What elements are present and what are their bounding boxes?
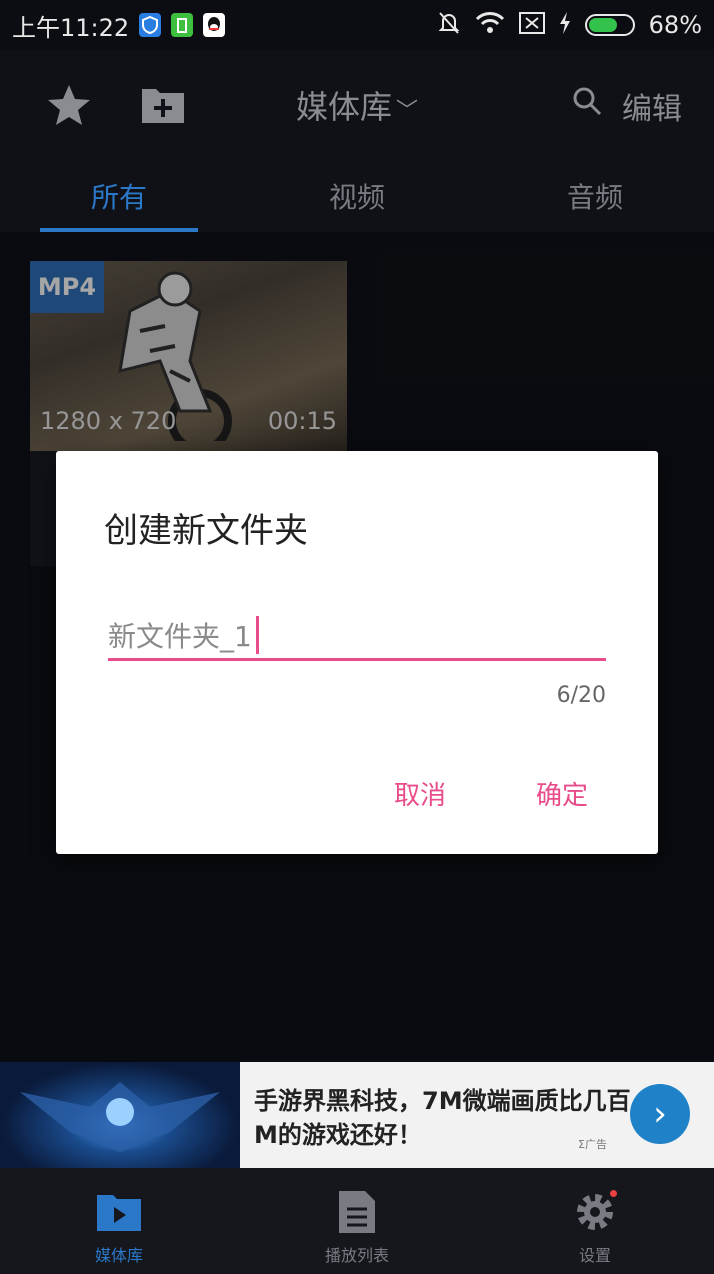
ad-banner[interactable]: 手游界黑科技，7M微端画质比几百M的游戏还好！ Σ广告 ›	[0, 1062, 714, 1168]
shield-app-icon	[139, 13, 162, 37]
tab-bar: 所有 视频 音频	[0, 160, 714, 232]
ad-game-image	[0, 1062, 240, 1168]
status-time: 上午11:22	[12, 13, 130, 42]
battery-percent: 68%	[648, 11, 702, 39]
search-icon[interactable]	[572, 86, 602, 120]
media-library-icon	[95, 1188, 143, 1236]
nav-media-library-label: 媒体库	[94, 1246, 143, 1265]
settings-gear-icon	[571, 1188, 619, 1236]
create-folder-dialog: 创建新文件夹 新文件夹_1 6/20 取消 确定	[56, 451, 658, 854]
nav-settings[interactable]: 设置	[476, 1168, 714, 1274]
ad-label: Σ广告	[578, 1138, 607, 1151]
battery-fill	[588, 18, 618, 32]
nav-playlist-label: 播放列表	[324, 1246, 389, 1265]
folder-name-value: 新文件夹_1	[108, 619, 252, 653]
wifi-icon	[475, 11, 505, 39]
ad-text: 手游界黑科技，7M微端画质比几百M的游戏还好！	[254, 1087, 631, 1149]
battery-app-icon	[171, 13, 194, 37]
nav-playlist[interactable]: 播放列表	[238, 1168, 476, 1274]
edit-button[interactable]: 编辑	[622, 84, 682, 128]
charging-bolt-icon	[559, 12, 571, 38]
app-bar: 媒体库 ﹀ 编辑	[0, 50, 714, 160]
tab-all[interactable]: 所有	[0, 160, 238, 232]
cancel-button[interactable]: 取消	[394, 775, 446, 812]
qq-app-icon	[203, 13, 226, 37]
nav-media-library[interactable]: 媒体库	[0, 1168, 238, 1274]
nav-settings-label: 设置	[578, 1246, 611, 1265]
text-caret	[255, 615, 259, 654]
bottom-nav: 媒体库 播放列表 设置	[0, 1168, 714, 1274]
mute-bell-icon	[437, 10, 461, 40]
char-counter: 6/20	[556, 683, 606, 708]
status-bar: 上午11:22 68%	[0, 0, 714, 50]
chevron-down-icon: ﹀	[396, 99, 419, 124]
battery-indicator	[584, 14, 635, 36]
tab-audio[interactable]: 音频	[476, 160, 714, 232]
confirm-button[interactable]: 确定	[536, 775, 588, 812]
tab-video[interactable]: 视频	[238, 160, 476, 232]
library-dropdown[interactable]: 媒体库 ﹀	[0, 82, 714, 128]
folder-name-input[interactable]: 新文件夹_1	[108, 611, 606, 661]
notification-dot	[610, 1190, 617, 1197]
app-title: 媒体库	[295, 88, 392, 126]
playlist-icon	[333, 1188, 381, 1236]
chevron-right-icon[interactable]: ›	[630, 1084, 690, 1144]
dialog-title: 创建新文件夹	[104, 511, 308, 551]
no-sim-icon	[518, 12, 545, 38]
